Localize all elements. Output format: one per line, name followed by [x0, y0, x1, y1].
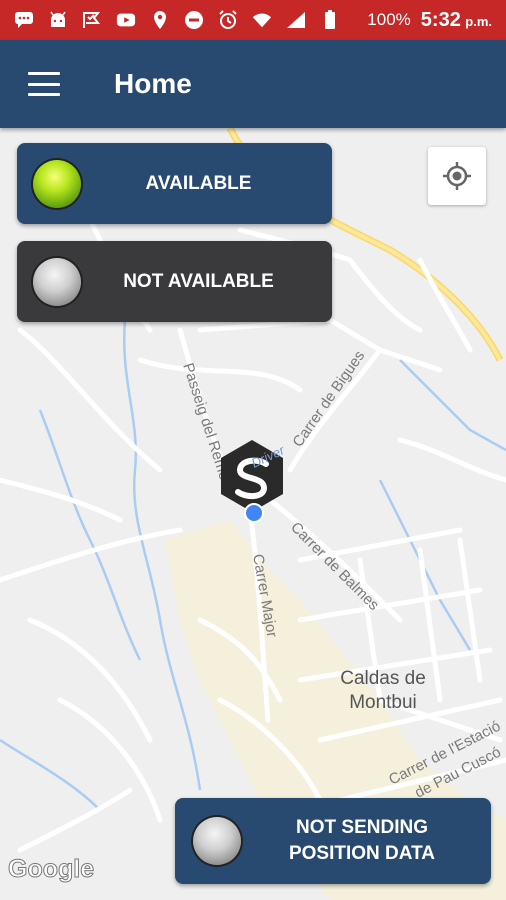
clock-ampm: p.m.: [465, 13, 492, 29]
location-icon: [150, 10, 170, 30]
position-data-label: NOT SENDING POSITION DATA: [241, 815, 491, 867]
status-bar: 100% 5:32 p.m.: [0, 0, 506, 40]
wifi-icon: [252, 10, 272, 30]
available-label: AVAILABLE: [145, 172, 252, 194]
not-available-button[interactable]: NOT AVAILABLE: [17, 241, 332, 322]
map-label-caldas-line2: Montbui: [349, 692, 417, 713]
clock-time: 5:32: [420, 8, 461, 31]
not-available-label: NOT AVAILABLE: [123, 270, 274, 292]
map-label-caldas-line1: Caldas de: [340, 668, 426, 689]
battery-icon: [320, 10, 340, 30]
grey-status-light-icon: [33, 257, 81, 306]
green-status-light-icon: [33, 159, 81, 208]
check-flag-icon: [82, 10, 102, 30]
android-icon: [48, 10, 68, 30]
battery-percent: 100%: [367, 10, 411, 29]
position-data-button[interactable]: NOT SENDING POSITION DATA: [175, 798, 491, 884]
message-icon: [14, 10, 34, 30]
grey-position-light-icon: [193, 817, 241, 865]
my-location-button[interactable]: [428, 147, 486, 205]
crosshair-icon: [443, 162, 471, 190]
alarm-icon: [218, 10, 238, 30]
signal-icon: [286, 10, 306, 30]
hamburger-menu-icon[interactable]: [28, 72, 60, 96]
clock: 5:32 p.m.: [421, 9, 492, 32]
youtube-icon: [116, 10, 136, 30]
current-location-dot: [244, 503, 264, 523]
google-logo: Google: [7, 855, 95, 884]
available-button[interactable]: AVAILABLE: [17, 143, 332, 224]
do-not-disturb-icon: [184, 10, 204, 30]
notification-icons: [14, 10, 367, 30]
page-title: Home: [114, 68, 192, 99]
status-right: 100% 5:32 p.m.: [367, 9, 492, 32]
position-data-line1: NOT SENDING: [296, 817, 428, 838]
position-data-line2: POSITION DATA: [288, 843, 436, 864]
app-bar: Home: [0, 40, 506, 128]
